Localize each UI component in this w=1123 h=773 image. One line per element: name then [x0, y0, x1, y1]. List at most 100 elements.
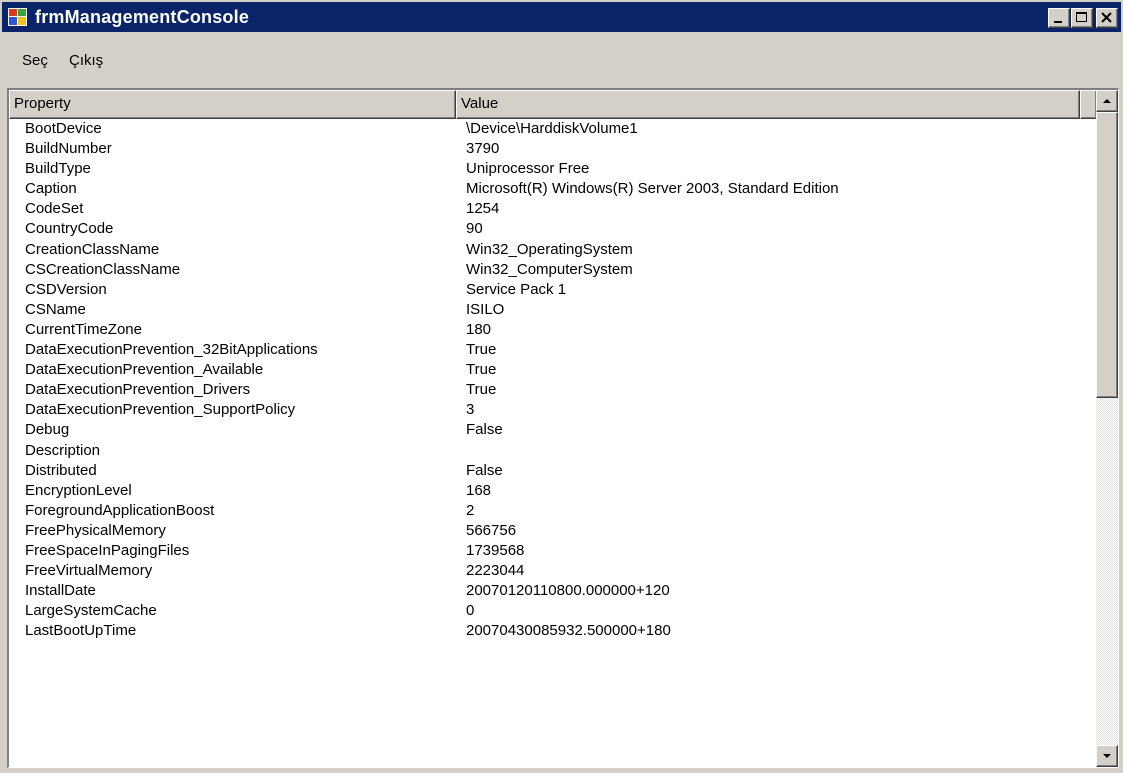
minimize-icon — [1054, 21, 1062, 23]
scroll-down-button[interactable] — [1096, 745, 1118, 767]
property-cell: Caption — [25, 180, 77, 198]
table-row[interactable]: Description — [9, 441, 1097, 461]
table-row[interactable]: BuildNumber 3790 — [9, 139, 1097, 159]
table-row[interactable]: LastBootUpTime 20070430085932.500000+180 — [9, 621, 1097, 641]
property-cell: BuildType — [25, 160, 91, 178]
windows-flag-icon[interactable] — [8, 8, 27, 26]
property-cell: CodeSet — [25, 200, 84, 218]
table-row[interactable]: Distributed False — [9, 461, 1097, 481]
value-cell: True — [466, 341, 497, 359]
column-header-property[interactable]: Property — [9, 90, 456, 119]
property-cell: CSName — [25, 300, 86, 318]
value-cell: 3 — [466, 401, 475, 419]
maximize-button[interactable] — [1071, 8, 1093, 28]
table-row[interactable]: LargeSystemCache 0 — [9, 601, 1097, 621]
property-cell: CurrentTimeZone — [25, 320, 142, 338]
property-cell: BootDevice — [25, 120, 102, 137]
value-cell: Win32_ComputerSystem — [466, 260, 633, 278]
value-cell: 180 — [466, 320, 492, 338]
column-header-value[interactable]: Value — [456, 90, 1080, 119]
property-cell: EncryptionLevel — [25, 481, 132, 499]
value-cell: 168 — [466, 481, 492, 499]
property-cell: DataExecutionPrevention_Available — [25, 361, 264, 379]
value-cell: True — [466, 361, 497, 379]
table-row[interactable]: CountryCode 90 — [9, 219, 1097, 239]
list-rows: BootDevice \Device\HarddiskVolume1 BuildN… — [9, 119, 1097, 641]
scrollbar-thumb[interactable] — [1096, 112, 1118, 398]
property-cell: CountryCode — [25, 220, 114, 238]
table-row[interactable]: Debug False — [9, 420, 1097, 440]
value-cell: 3790 — [466, 140, 500, 158]
table-row[interactable]: ForegroundApplicationBoost 2 — [9, 501, 1097, 521]
table-row[interactable]: BuildType Uniprocessor Free — [9, 159, 1097, 179]
title-bar[interactable]: frmManagementConsole — [2, 2, 1121, 32]
close-icon — [1101, 12, 1112, 23]
value-cell: 0 — [466, 602, 475, 620]
property-cell: DataExecutionPrevention_32BitApplication… — [25, 341, 318, 359]
management-console-window: frmManagementConsole Seç Çıkış Property … — [0, 0, 1123, 773]
property-cell: CSDVersion — [25, 280, 107, 298]
table-row[interactable]: InstallDate 20070120110800.000000+120 — [9, 581, 1097, 601]
menu-item-sec[interactable]: Seç — [22, 52, 48, 70]
properties-list-view[interactable]: Property Value BootDevice \Device\Harddis… — [7, 88, 1119, 768]
minimize-button[interactable] — [1048, 8, 1070, 28]
value-cell: ISILO — [466, 300, 505, 318]
property-cell: LastBootUpTime — [25, 622, 137, 640]
table-row[interactable]: Caption Microsoft(R) Windows(R) Server 20… — [9, 179, 1097, 199]
value-cell: Uniprocessor Free — [466, 160, 590, 178]
window-title: frmManagementConsole — [35, 7, 250, 27]
table-row[interactable]: DataExecutionPrevention_Available True — [9, 360, 1097, 380]
maximize-icon — [1076, 12, 1087, 22]
vertical-scrollbar[interactable] — [1096, 90, 1118, 767]
property-cell: Debug — [25, 421, 70, 439]
property-cell: CSCreationClassName — [25, 260, 181, 278]
value-cell: 1739568 — [466, 541, 525, 559]
menu-item-cikis[interactable]: Çıkış — [69, 52, 103, 70]
value-cell: True — [466, 381, 497, 399]
property-cell: ForegroundApplicationBoost — [25, 501, 215, 519]
table-row[interactable]: CSCreationClassName Win32_ComputerSystem — [9, 260, 1097, 280]
property-cell: FreePhysicalMemory — [25, 521, 166, 539]
value-cell: Microsoft(R) Windows(R) Server 2003, Sta… — [466, 180, 839, 198]
table-row[interactable]: BootDevice \Device\HarddiskVolume1 — [9, 119, 1097, 139]
property-cell: Description — [25, 441, 101, 459]
property-cell: DataExecutionPrevention_SupportPolicy — [25, 401, 296, 419]
table-row[interactable]: FreeSpaceInPagingFiles 1739568 — [9, 541, 1097, 561]
value-cell: Win32_OperatingSystem — [466, 240, 633, 258]
table-row[interactable]: CSName ISILO — [9, 300, 1097, 320]
scroll-up-arrow-icon — [1103, 99, 1111, 103]
table-row[interactable]: CodeSet 1254 — [9, 199, 1097, 219]
table-row[interactable]: EncryptionLevel 168 — [9, 481, 1097, 501]
property-cell: InstallDate — [25, 582, 96, 600]
table-row[interactable]: DataExecutionPrevention_32BitApplication… — [9, 340, 1097, 360]
list-header: Property Value — [9, 90, 1097, 119]
value-cell: Service Pack 1 — [466, 280, 567, 298]
value-cell: False — [466, 421, 503, 439]
value-cell: 20070430085932.500000+180 — [466, 622, 671, 640]
value-cell: False — [466, 461, 503, 479]
property-cell: CreationClassName — [25, 240, 160, 258]
table-row[interactable]: FreePhysicalMemory 566756 — [9, 521, 1097, 541]
value-cell: 90 — [466, 220, 483, 238]
table-row[interactable]: FreeVirtualMemory 2223044 — [9, 561, 1097, 581]
value-cell: 2 — [466, 501, 475, 519]
property-cell: Distributed — [25, 461, 97, 479]
table-row[interactable]: DataExecutionPrevention_SupportPolicy 3 — [9, 400, 1097, 420]
scroll-down-arrow-icon — [1103, 754, 1111, 758]
value-cell: 2223044 — [466, 562, 525, 580]
column-header-filler — [1080, 90, 1097, 119]
property-cell: BuildNumber — [25, 140, 112, 158]
menu-bar: Seç Çıkış — [2, 32, 1121, 80]
table-row[interactable]: CurrentTimeZone 180 — [9, 320, 1097, 340]
property-cell: DataExecutionPrevention_Drivers — [25, 381, 251, 399]
value-cell: \Device\HarddiskVolume1 — [466, 120, 638, 137]
value-cell: 1254 — [466, 200, 500, 218]
value-cell: 566756 — [466, 521, 517, 539]
scroll-up-button[interactable] — [1096, 90, 1118, 112]
close-button[interactable] — [1096, 8, 1118, 28]
table-row[interactable]: CreationClassName Win32_OperatingSystem — [9, 240, 1097, 260]
table-row[interactable]: DataExecutionPrevention_Drivers True — [9, 380, 1097, 400]
value-cell: 20070120110800.000000+120 — [466, 582, 670, 600]
table-row[interactable]: CSDVersion Service Pack 1 — [9, 280, 1097, 300]
property-cell: FreeSpaceInPagingFiles — [25, 541, 190, 559]
